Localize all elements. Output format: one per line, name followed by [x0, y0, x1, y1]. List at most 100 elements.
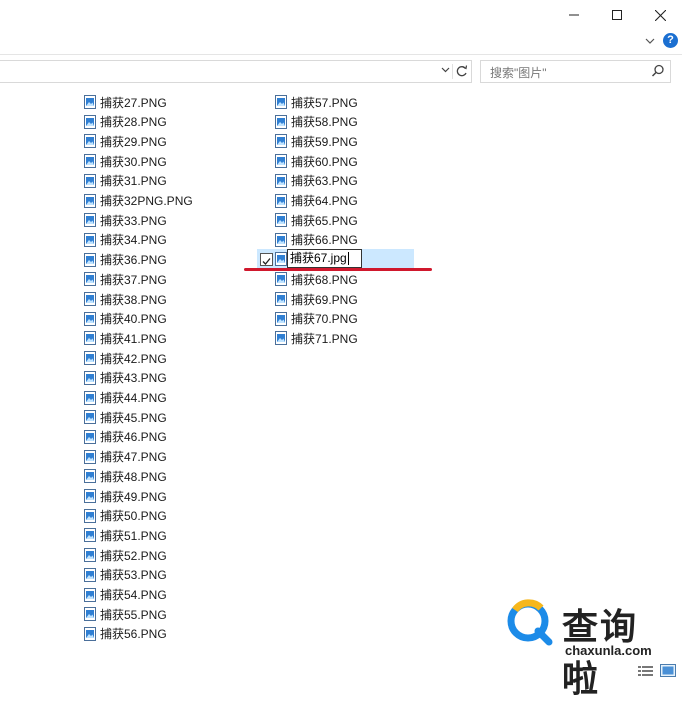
file-name: 捕获46.PNG [100, 430, 167, 445]
image-file-icon [275, 193, 287, 208]
image-file-icon [275, 173, 287, 188]
file-item[interactable]: 捕获32PNG.PNG [84, 192, 193, 210]
image-file-icon [84, 508, 96, 523]
image-file-icon [84, 272, 96, 287]
file-name: 捕获55.PNG [100, 607, 167, 622]
image-file-icon [84, 311, 96, 326]
file-item[interactable]: 捕获38.PNG [84, 290, 167, 308]
file-item[interactable]: 捕获63.PNG [275, 172, 358, 190]
file-item[interactable]: 捕获68.PNG [275, 270, 358, 288]
file-item[interactable]: 捕获27.PNG [84, 93, 167, 111]
file-item[interactable]: 捕获28.PNG [84, 113, 167, 131]
file-name: 捕获56.PNG [100, 627, 167, 642]
file-name: 捕获59.PNG [291, 134, 358, 149]
file-item[interactable]: 捕获50.PNG [84, 507, 167, 525]
help-button[interactable]: ? [663, 33, 678, 48]
file-item[interactable]: 捕获70.PNG [275, 310, 358, 328]
close-button[interactable] [638, 0, 682, 30]
file-name: 捕获51.PNG [100, 528, 167, 543]
file-item[interactable]: 捕获57.PNG [275, 93, 358, 111]
image-file-icon [275, 292, 287, 306]
close-icon [654, 9, 666, 21]
file-name: 捕获71.PNG [291, 331, 358, 346]
image-file-icon [84, 449, 96, 464]
chevron-down-icon [441, 67, 449, 73]
search-icon[interactable] [651, 64, 665, 78]
file-item[interactable]: 捕获34.PNG [84, 231, 167, 249]
file-item[interactable]: 捕获52.PNG [84, 546, 167, 564]
file-item[interactable]: 捕获40.PNG [84, 310, 167, 328]
address-bar[interactable] [0, 60, 472, 83]
details-view-icon[interactable] [638, 665, 654, 677]
file-name: 捕获53.PNG [100, 568, 167, 583]
file-name: 捕获52.PNG [100, 548, 167, 563]
minimize-icon [569, 14, 579, 16]
selection-checkbox[interactable] [260, 253, 273, 266]
file-item[interactable]: 捕获37.PNG [84, 270, 167, 288]
file-item[interactable]: 捕获45.PNG [84, 408, 167, 426]
rename-input[interactable]: 捕获67.jpg [287, 249, 362, 268]
file-item[interactable]: 捕获55.PNG [84, 605, 167, 623]
maximize-button[interactable] [595, 0, 639, 30]
file-item[interactable]: 捕获64.PNG [275, 192, 358, 210]
file-item[interactable]: 捕获58.PNG [275, 113, 358, 131]
file-item[interactable]: 捕获29.PNG [84, 132, 167, 150]
file-item[interactable]: 捕获46.PNG [84, 428, 167, 446]
image-file-icon [84, 232, 96, 247]
file-item[interactable]: 捕获48.PNG [84, 467, 167, 485]
image-file-icon [84, 154, 96, 169]
file-item[interactable]: 捕获65.PNG [275, 211, 358, 229]
file-item[interactable]: 捕获49.PNG [84, 487, 167, 505]
file-item[interactable]: 捕获59.PNG [275, 132, 358, 150]
file-item[interactable]: 捕获51.PNG [84, 526, 167, 544]
file-item[interactable]: 捕获69.PNG [275, 290, 358, 308]
file-item[interactable]: 捕获36.PNG [84, 251, 167, 269]
file-name: 捕获27.PNG [100, 95, 167, 110]
file-name: 捕获30.PNG [100, 154, 167, 169]
image-file-icon [84, 587, 96, 602]
file-name: 捕获44.PNG [100, 391, 167, 405]
file-item[interactable]: 捕获41.PNG [84, 329, 167, 347]
file-name: 捕获64.PNG [291, 194, 358, 208]
file-item[interactable]: 捕获33.PNG [84, 211, 167, 229]
file-item[interactable]: 捕获43.PNG [84, 369, 167, 387]
file-item[interactable]: 捕获30.PNG [84, 152, 167, 170]
file-name: 捕获70.PNG [291, 312, 358, 327]
image-file-icon [84, 607, 96, 622]
title-bar [0, 0, 682, 30]
large-icons-view-icon[interactable] [660, 664, 676, 677]
file-item[interactable]: 捕获66.PNG [275, 231, 358, 249]
image-file-icon [84, 331, 96, 346]
file-name: 捕获58.PNG [291, 115, 358, 130]
file-name: 捕获32PNG.PNG [100, 194, 193, 208]
file-item[interactable]: 捕获54.PNG [84, 586, 167, 604]
file-item[interactable]: 捕获47.PNG [84, 448, 167, 466]
image-file-icon [84, 95, 96, 109]
file-item[interactable]: 捕获53.PNG [84, 566, 167, 584]
file-name: 捕获31.PNG [100, 174, 167, 189]
file-item[interactable]: 捕获56.PNG [84, 625, 167, 643]
file-name: 捕获28.PNG [100, 115, 167, 130]
file-name: 捕获38.PNG [100, 292, 167, 307]
refresh-button[interactable] [455, 62, 469, 80]
image-file-icon [275, 232, 287, 247]
file-name: 捕获41.PNG [100, 331, 167, 346]
file-item[interactable]: 捕获42.PNG [84, 349, 167, 367]
file-name: 捕获63.PNG [291, 174, 358, 189]
watermark-domain: chaxunla.com [565, 643, 652, 658]
refresh-icon [456, 65, 468, 77]
ribbon-expand-button[interactable] [643, 34, 657, 48]
address-dropdown-button[interactable] [439, 63, 451, 79]
file-name: 捕获37.PNG [100, 272, 167, 287]
search-box[interactable]: 搜索"图片" [480, 60, 671, 83]
file-item[interactable]: 捕获31.PNG [84, 172, 167, 190]
image-file-icon [84, 351, 96, 366]
file-item[interactable]: 捕获71.PNG [275, 329, 358, 347]
file-item[interactable]: 捕获44.PNG [84, 389, 167, 407]
minimize-button[interactable] [552, 0, 596, 30]
file-name: 捕获45.PNG [100, 410, 167, 425]
image-file-icon [84, 548, 96, 563]
image-file-icon [84, 193, 96, 208]
file-name: 捕获47.PNG [100, 450, 167, 465]
file-item[interactable]: 捕获60.PNG [275, 152, 358, 170]
